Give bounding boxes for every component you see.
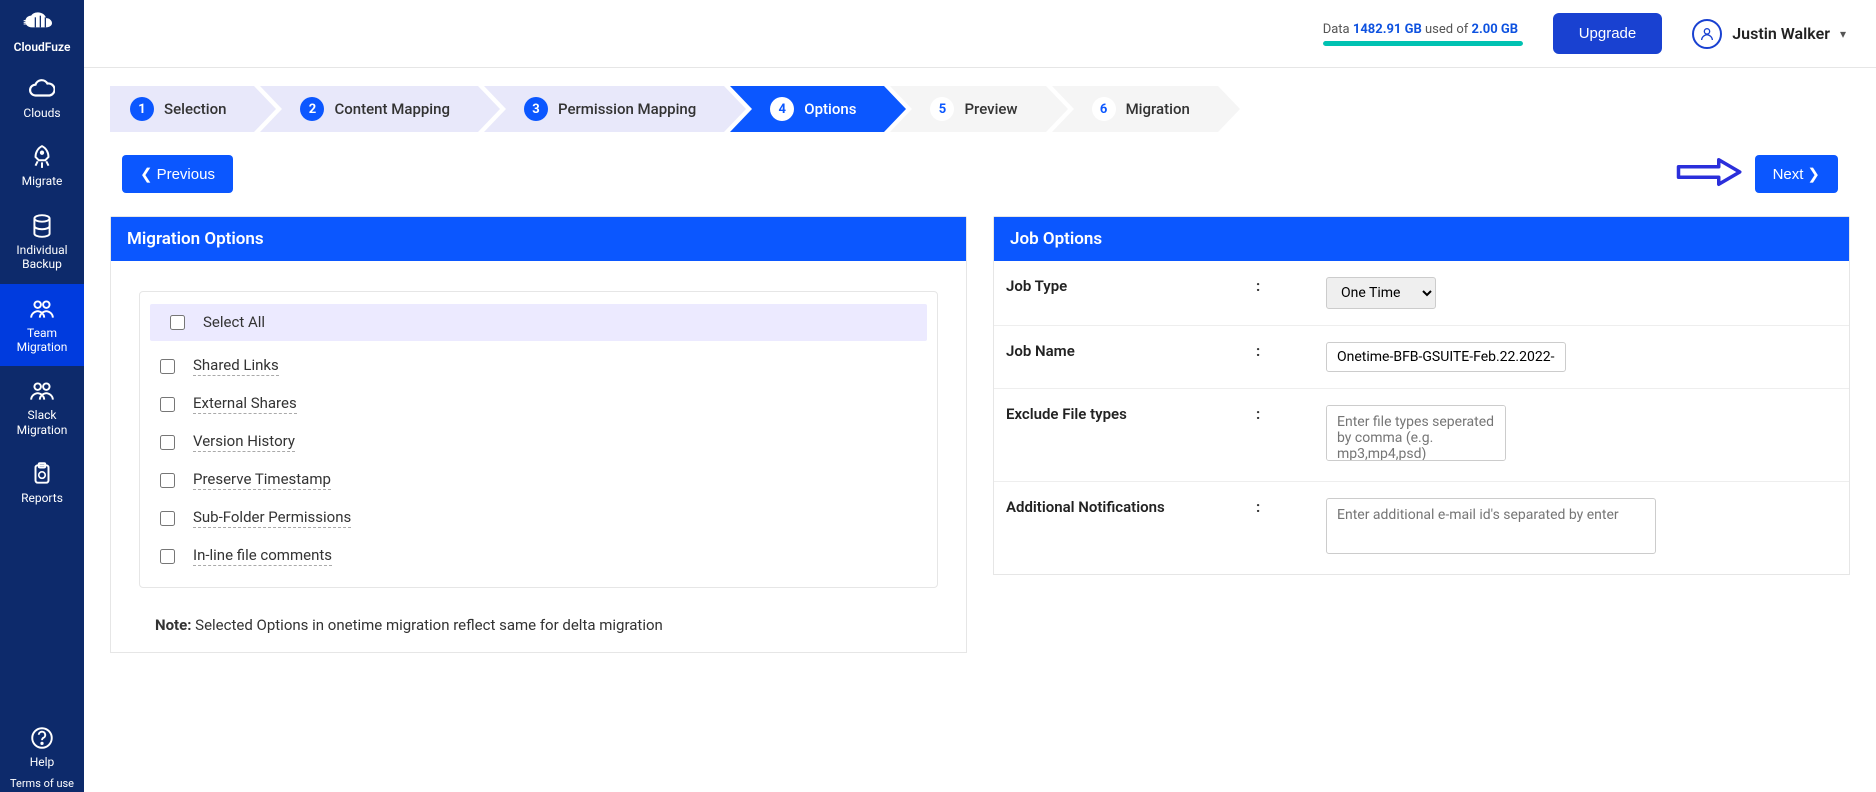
users-icon	[29, 378, 55, 404]
chevron-right-icon: ❯	[1807, 165, 1820, 183]
previous-button[interactable]: ❮ Previous	[122, 155, 233, 193]
next-button[interactable]: Next ❯	[1755, 155, 1838, 193]
option-label: Preserve Timestamp	[193, 470, 331, 490]
migration-options-panel: Migration Options Select All Shared Link…	[110, 216, 967, 653]
brand-name: CloudFuze	[14, 40, 71, 54]
clipboard-icon	[29, 461, 55, 487]
terms-link[interactable]: Terms of use	[0, 773, 84, 792]
sidebar-item-clouds[interactable]: Clouds	[0, 64, 84, 132]
stepper: 1Selection 2Content Mapping 3Permission …	[110, 86, 1850, 132]
sidebar-item-label: Migrate	[22, 174, 63, 188]
option-label: Version History	[193, 432, 295, 452]
chevron-left-icon: ❮	[140, 165, 153, 183]
nav-row: ❮ Previous Next ❯	[110, 154, 1850, 194]
sidebar-item-label: Clouds	[23, 106, 60, 120]
option-label: External Shares	[193, 394, 297, 414]
step-content-mapping[interactable]: 2Content Mapping	[260, 86, 478, 132]
step-selection[interactable]: 1Selection	[110, 86, 254, 132]
option-checkbox[interactable]	[160, 359, 175, 374]
brand-logo[interactable]: CloudFuze	[0, 6, 84, 64]
sidebar: CloudFuze Clouds Migrate Individual Back…	[0, 0, 84, 792]
step-label: Permission Mapping	[558, 100, 696, 118]
sidebar-item-label: Slack Migration	[4, 408, 80, 437]
sidebar-item-label: Reports	[21, 491, 63, 505]
step-preview[interactable]: 5Preview	[890, 86, 1045, 132]
step-label: Content Mapping	[334, 100, 450, 118]
job-label: Job Type	[1006, 277, 1256, 295]
options-box: Select All Shared Links External Shares …	[139, 291, 938, 588]
option-checkbox[interactable]	[160, 435, 175, 450]
additional-notifications-input[interactable]	[1326, 498, 1656, 554]
step-label: Preview	[964, 100, 1017, 118]
upgrade-button[interactable]: Upgrade	[1553, 13, 1663, 54]
option-row[interactable]: Shared Links	[140, 347, 937, 385]
sidebar-item-migrate[interactable]: Migrate	[0, 132, 84, 200]
sidebar-item-slack-migration[interactable]: Slack Migration	[0, 366, 84, 449]
option-row[interactable]: In-line file comments	[140, 537, 937, 575]
option-row[interactable]: External Shares	[140, 385, 937, 423]
user-name: Justin Walker	[1732, 24, 1830, 43]
rocket-icon	[29, 144, 55, 170]
note-text: Note: Selected Options in onetime migrat…	[133, 616, 944, 634]
option-row[interactable]: Sub-Folder Permissions	[140, 499, 937, 537]
job-name-row: Job Name :	[994, 326, 1849, 389]
additional-notifications-row: Additional Notifications :	[994, 482, 1849, 574]
sidebar-item-reports[interactable]: Reports	[0, 449, 84, 517]
cloud-icon	[29, 76, 55, 102]
job-label: Additional Notifications	[1006, 498, 1256, 516]
exclude-file-types-input[interactable]	[1326, 405, 1506, 461]
select-all-row[interactable]: Select All	[150, 304, 927, 341]
option-checkbox[interactable]	[160, 397, 175, 412]
job-name-input[interactable]	[1326, 342, 1566, 372]
select-all-checkbox[interactable]	[170, 315, 185, 330]
users-icon	[29, 296, 55, 322]
option-checkbox[interactable]	[160, 473, 175, 488]
sidebar-item-help[interactable]: Help	[0, 717, 84, 773]
database-icon	[29, 213, 55, 239]
step-migration[interactable]: 6Migration	[1052, 86, 1218, 132]
sidebar-item-label: Team Migration	[4, 326, 80, 355]
user-menu[interactable]: Justin Walker ▾	[1692, 19, 1846, 49]
option-label: In-line file comments	[193, 546, 332, 566]
option-label: Select All	[203, 313, 265, 332]
step-label: Options	[804, 100, 856, 118]
annotation-arrow-icon	[1675, 154, 1745, 194]
avatar-icon	[1692, 19, 1722, 49]
option-label: Sub-Folder Permissions	[193, 508, 351, 528]
panel-title: Job Options	[994, 217, 1849, 261]
chevron-down-icon: ▾	[1840, 27, 1846, 41]
step-label: Selection	[164, 100, 226, 118]
help-icon	[29, 725, 55, 751]
option-label: Shared Links	[193, 356, 279, 376]
topbar: Data 1482.91 GB used of 2.00 GB Upgrade …	[84, 0, 1876, 68]
option-checkbox[interactable]	[160, 549, 175, 564]
panel-title: Migration Options	[111, 217, 966, 261]
sidebar-item-label: Help	[30, 755, 55, 769]
step-label: Migration	[1126, 100, 1190, 118]
option-row[interactable]: Preserve Timestamp	[140, 461, 937, 499]
sidebar-item-individual-backup[interactable]: Individual Backup	[0, 201, 84, 284]
main-content: 1Selection 2Content Mapping 3Permission …	[84, 68, 1876, 653]
job-options-panel: Job Options Job Type : One Time Job Name…	[993, 216, 1850, 575]
exclude-file-types-row: Exclude File types :	[994, 389, 1849, 482]
sidebar-item-team-migration[interactable]: Team Migration	[0, 284, 84, 367]
step-permission-mapping[interactable]: 3Permission Mapping	[484, 86, 724, 132]
job-label: Exclude File types	[1006, 405, 1256, 423]
data-usage-bar	[1323, 41, 1523, 46]
cloudfuze-logo-icon	[22, 12, 62, 36]
job-type-select[interactable]: One Time	[1326, 277, 1436, 309]
data-usage: Data 1482.91 GB used of 2.00 GB	[1323, 22, 1523, 46]
option-row[interactable]: Version History	[140, 423, 937, 461]
data-usage-text: Data 1482.91 GB used of 2.00 GB	[1323, 22, 1518, 37]
job-label: Job Name	[1006, 342, 1256, 360]
sidebar-item-label: Individual Backup	[4, 243, 80, 272]
option-checkbox[interactable]	[160, 511, 175, 526]
job-type-row: Job Type : One Time	[994, 261, 1849, 326]
step-options[interactable]: 4Options	[730, 86, 884, 132]
